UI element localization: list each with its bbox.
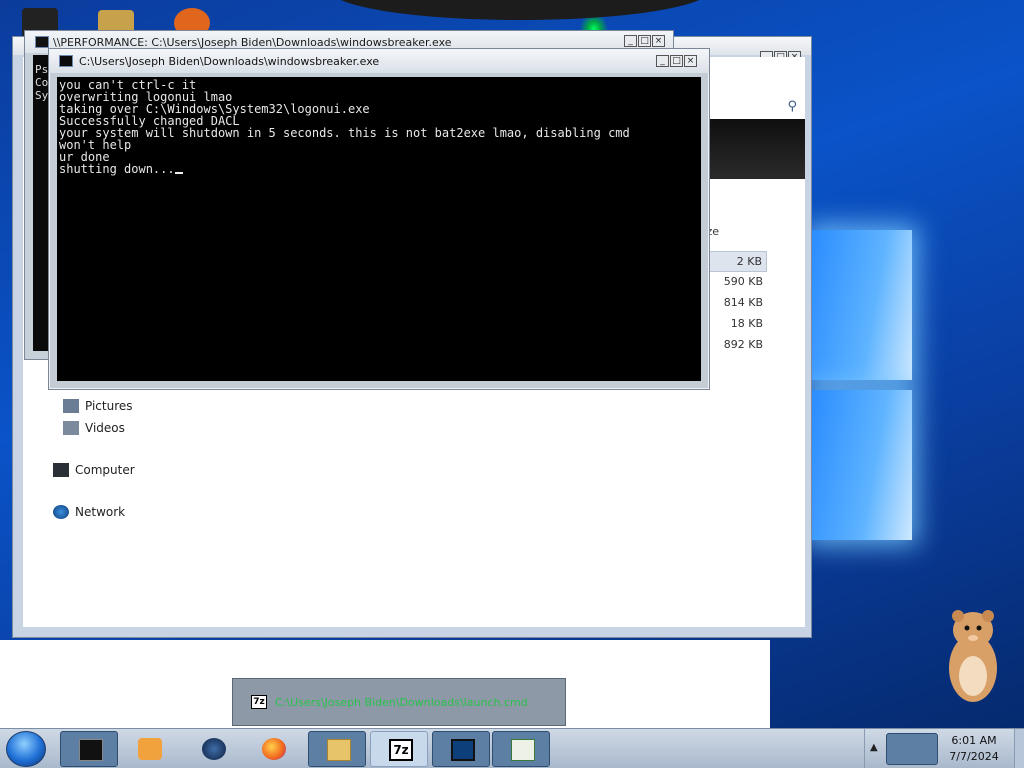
window-title: C:\Users\Joseph Biden\Downloads\windowsb…: [79, 54, 380, 68]
size-cell[interactable]: 2 KB: [707, 251, 767, 272]
windowsbreaker-console: C:\Users\Joseph Biden\Downloads\windowsb…: [48, 48, 710, 390]
close-button[interactable]: ×: [652, 35, 665, 47]
pictures-icon: [63, 399, 79, 413]
clock[interactable]: 6:01 AM 7/7/2024: [940, 733, 1008, 765]
taskbar-item-monitor[interactable]: [432, 731, 490, 767]
tray-separator: [864, 729, 865, 768]
network-icon: [53, 505, 69, 519]
console-line: shutting down...: [59, 162, 175, 176]
minimize-button[interactable]: _: [656, 55, 669, 67]
media-player-icon: [138, 738, 162, 760]
size-column: 2 KB 590 KB 814 KB 18 KB 892 KB: [707, 251, 767, 356]
hamster-desktop-pet[interactable]: [940, 606, 1006, 706]
clock-time: 6:01 AM: [951, 734, 997, 747]
maximize-button[interactable]: □: [670, 55, 683, 67]
nav-item-pictures[interactable]: Pictures: [63, 399, 133, 413]
monitor-icon: [451, 739, 475, 761]
text-cursor: [174, 172, 183, 174]
tray-network-icon[interactable]: [886, 733, 938, 765]
globe-icon: [202, 738, 226, 760]
show-desktop-button[interactable]: [1014, 729, 1024, 768]
cmd-icon: [35, 36, 49, 48]
7zip-icon: 7z: [389, 739, 413, 761]
nav-label: Network: [75, 505, 126, 519]
top-decoration: [330, 0, 710, 20]
taskbar-item-document[interactable]: [492, 731, 550, 767]
document-icon: [511, 739, 535, 761]
search-icon[interactable]: ⚲: [787, 99, 797, 114]
taskbar-item-media-player[interactable]: [120, 731, 178, 767]
cmd-icon: [59, 55, 73, 67]
tray-expand-icon[interactable]: ▲: [870, 742, 878, 753]
close-button[interactable]: ×: [684, 55, 697, 67]
notification-text: C:\Users\Joseph Biden\Downloads\launch.c…: [275, 695, 528, 709]
nav-item-videos[interactable]: Videos: [63, 421, 125, 435]
start-button[interactable]: [6, 731, 46, 767]
size-cell[interactable]: 18 KB: [707, 314, 767, 335]
console-line-last: shutting down...: [59, 163, 699, 175]
window-title: \\PERFORMANCE: C:\Users\Joseph Biden\Dow…: [53, 35, 452, 49]
firefox-icon: [262, 738, 286, 760]
computer-icon: [53, 463, 69, 477]
taskbar: 7z ▲ 6:01 AM 7/7/2024: [0, 728, 1024, 768]
explorer-toolbar: [705, 119, 805, 179]
videos-icon: [63, 421, 79, 435]
folder-icon: [327, 739, 351, 761]
nav-item-computer[interactable]: Computer: [53, 463, 135, 477]
7zip-icon: 7z: [251, 695, 267, 709]
taskbar-item-7zip[interactable]: 7z: [370, 731, 428, 767]
console-output[interactable]: you can't ctrl-c it overwriting logonui …: [57, 77, 701, 381]
taskbar-item-explorer[interactable]: [308, 731, 366, 767]
nav-label: Computer: [75, 463, 135, 477]
size-cell[interactable]: 814 KB: [707, 293, 767, 314]
performance-window-controls: _ □ ×: [624, 35, 665, 47]
cmd-window-icon: [79, 739, 103, 761]
taskbar-item-firefox[interactable]: [244, 731, 302, 767]
minimize-button[interactable]: _: [624, 35, 637, 47]
console-line: won't help: [59, 138, 132, 152]
nav-item-network[interactable]: Network: [53, 505, 125, 519]
taskbar-item-cmd[interactable]: [60, 731, 118, 767]
windows-logo-wallpaper: [812, 200, 912, 560]
size-cell[interactable]: 590 KB: [707, 272, 767, 293]
clock-date: 7/7/2024: [949, 750, 999, 763]
size-cell[interactable]: 892 KB: [707, 335, 767, 356]
console-titlebar[interactable]: C:\Users\Joseph Biden\Downloads\windowsb…: [49, 49, 709, 73]
launch-notification[interactable]: 7z C:\Users\Joseph Biden\Downloads\launc…: [232, 678, 566, 726]
console-line: your system will shutdown in 5 seconds. …: [59, 126, 630, 140]
nav-label: Videos: [85, 421, 125, 435]
maximize-button[interactable]: □: [638, 35, 651, 47]
taskbar-item-globe[interactable]: [184, 731, 242, 767]
console-window-controls: _ □ ×: [656, 55, 697, 67]
nav-label: Pictures: [85, 399, 133, 413]
